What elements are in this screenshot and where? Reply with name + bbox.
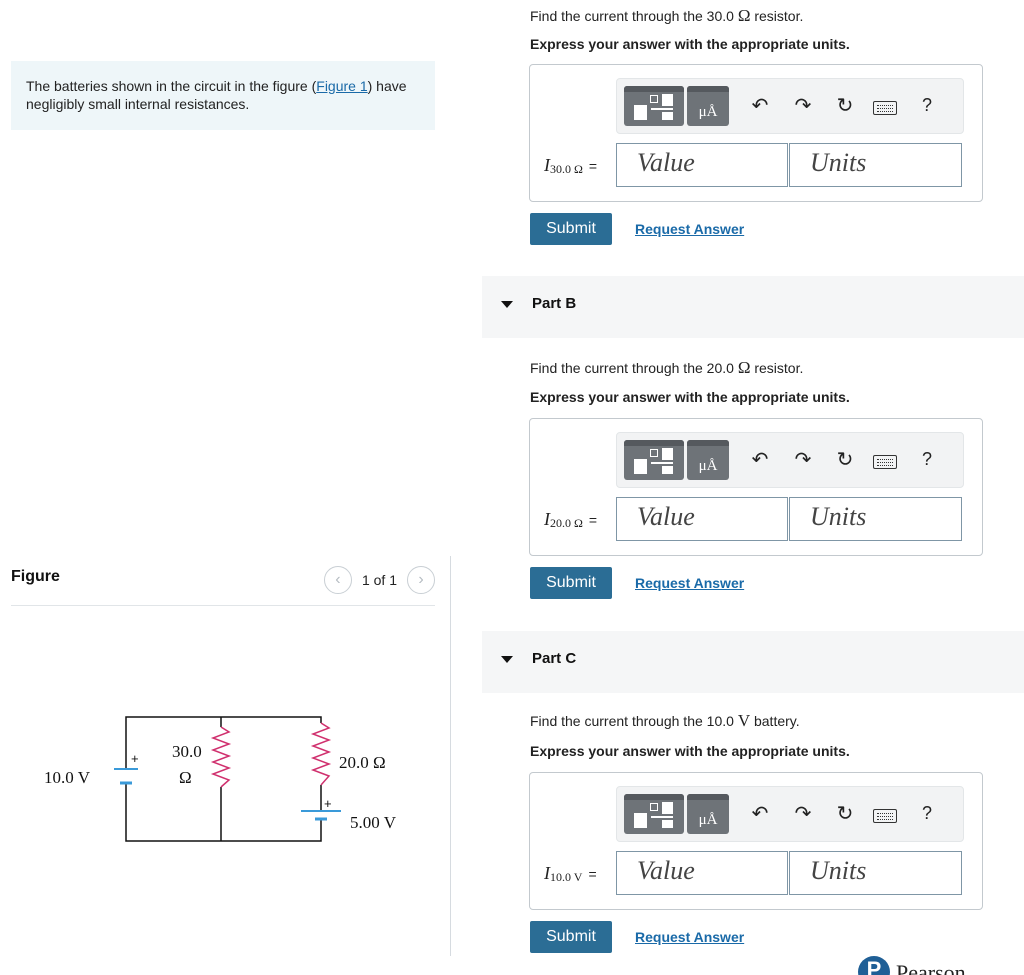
top-wire (125, 716, 322, 769)
intro-text-1: The batteries shown in the circuit in th… (26, 78, 317, 94)
pearson-wordmark: Pearson (896, 960, 966, 975)
help-icon[interactable]: ? (922, 449, 932, 470)
undo-icon[interactable]: ↶ (748, 93, 772, 118)
chevron-left-icon: ‹ (335, 571, 341, 588)
templates-button[interactable] (624, 794, 684, 834)
units-button[interactable]: μÅ (687, 86, 729, 126)
redo-icon[interactable]: ↷ (791, 93, 815, 118)
part-b-instructions: Express your answer with the appropriate… (530, 389, 850, 405)
resistor-30-value: 30.0 (172, 742, 202, 761)
resistor-20 (310, 722, 332, 786)
part-c-units-input[interactable]: Units (789, 851, 962, 895)
part-c-request-answer-link[interactable]: Request Answer (635, 929, 744, 945)
math-toolbar: μÅ ↶ ↷ ↻ ? (616, 786, 964, 842)
templates-button[interactable] (624, 86, 684, 126)
units-button[interactable]: μÅ (687, 794, 729, 834)
circuit-diagram: + 10.0 V 30.0 Ω 20.0 Ω + 5.00 V (44, 716, 397, 842)
battery-right-label: 5.00 V (350, 813, 397, 832)
templates-button[interactable] (624, 440, 684, 480)
part-c-title: Part C (532, 650, 577, 667)
part-b-units-input[interactable]: Units (789, 497, 962, 541)
redo-icon[interactable]: ↷ (791, 447, 815, 472)
undo-icon[interactable]: ↶ (748, 447, 772, 472)
part-b-submit-button[interactable]: Submit (530, 567, 612, 599)
figure-page-count: 1 of 1 (361, 572, 397, 588)
help-icon[interactable]: ? (922, 803, 932, 824)
part-b-title: Part B (532, 295, 577, 312)
battery-left-label: 10.0 V (44, 768, 91, 787)
math-toolbar: μÅ ↶ ↷ ↻ ? (616, 432, 964, 488)
part-a-question: Find the current through the 30.0 Ω resi… (530, 6, 804, 25)
problem-intro: The batteries shown in the circuit in th… (11, 61, 435, 130)
part-c-instructions: Express your answer with the appropriate… (530, 743, 850, 759)
part-a-request-answer-link[interactable]: Request Answer (635, 221, 744, 237)
part-b-value-input[interactable]: Value (616, 497, 788, 541)
redo-icon[interactable]: ↷ (791, 801, 815, 826)
part-b-answer-box: μÅ ↶ ↷ ↻ ? I20.0 Ω = Value Units (529, 418, 983, 556)
part-b-variable: I20.0 Ω = (544, 509, 598, 530)
keyboard-icon[interactable] (873, 455, 897, 469)
prev-figure-button[interactable]: ‹ (323, 566, 352, 594)
part-c-submit-button[interactable]: Submit (530, 921, 612, 953)
part-a-value-input[interactable]: Value (616, 143, 788, 187)
collapse-triangle-icon[interactable] (501, 656, 513, 663)
pearson-logo-icon: P (858, 956, 890, 975)
bottom-wire (125, 783, 322, 842)
keyboard-icon[interactable] (873, 101, 897, 115)
part-a-submit-button[interactable]: Submit (530, 213, 612, 245)
figure-header: Figure ‹ 1 of 1 › (11, 566, 435, 606)
part-c-variable: I10.0 V = (544, 863, 597, 884)
reset-icon[interactable]: ↻ (833, 447, 857, 472)
figure-pager: ‹ 1 of 1 › (323, 566, 435, 594)
keyboard-icon[interactable] (873, 809, 897, 823)
resistor-30 (210, 726, 232, 788)
part-b-question: Find the current through the 20.0 Ω resi… (530, 358, 804, 377)
part-a-units-input[interactable]: Units (789, 143, 962, 187)
collapse-triangle-icon[interactable] (501, 301, 513, 308)
part-c-header[interactable]: Part C (482, 631, 1024, 693)
next-figure-button[interactable]: › (407, 566, 435, 594)
pearson-brand: P Pearson (858, 956, 966, 975)
units-button[interactable]: μÅ (687, 440, 729, 480)
resistor-30-unit: Ω (179, 768, 192, 787)
part-a-variable: I30.0 Ω = (544, 155, 598, 176)
part-c-value-input[interactable]: Value (616, 851, 788, 895)
figure-link[interactable]: Figure 1 (316, 78, 367, 94)
math-toolbar: μÅ ↶ ↷ ↻ ? (616, 78, 964, 134)
battery-right-plus: + (324, 796, 332, 811)
figure-title: Figure (11, 568, 60, 585)
resistor-20-label: 20.0 Ω (339, 753, 386, 772)
chevron-right-icon: › (418, 571, 424, 588)
part-a-instructions: Express your answer with the appropriate… (530, 36, 850, 52)
part-c-answer-box: μÅ ↶ ↷ ↻ ? I10.0 V = Value Units (529, 772, 983, 910)
part-c-question: Find the current through the 10.0 V batt… (530, 711, 800, 730)
reset-icon[interactable]: ↻ (833, 801, 857, 826)
undo-icon[interactable]: ↶ (748, 801, 772, 826)
part-a-answer-box: μÅ ↶ ↷ ↻ ? I30.0 Ω = Value Units (529, 64, 983, 202)
battery-left-plus: + (131, 751, 139, 766)
help-icon[interactable]: ? (922, 95, 932, 116)
part-b-request-answer-link[interactable]: Request Answer (635, 575, 744, 591)
part-b-header[interactable]: Part B (482, 276, 1024, 338)
reset-icon[interactable]: ↻ (833, 93, 857, 118)
column-divider (450, 556, 451, 956)
